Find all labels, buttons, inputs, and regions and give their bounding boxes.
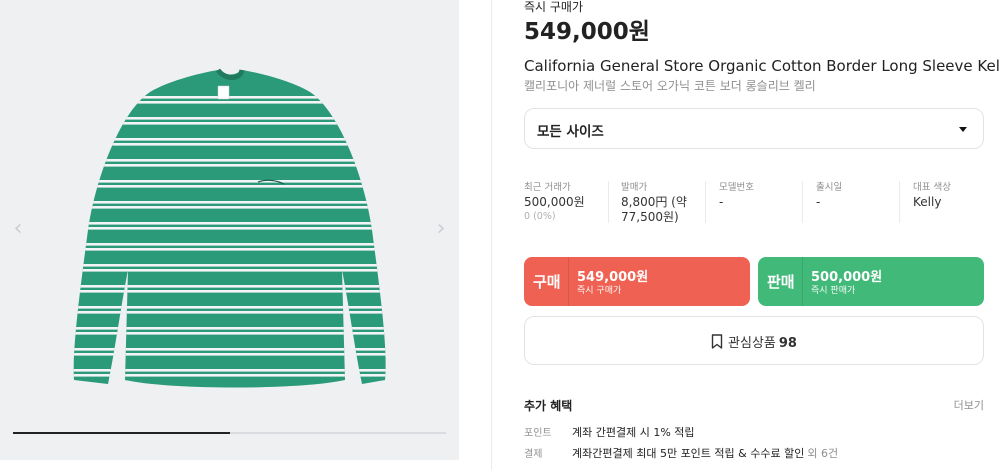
stat-divider <box>802 181 803 223</box>
shirt-stripe <box>73 206 386 209</box>
shirt-stripe <box>73 117 386 120</box>
product-title-ko: 캘리포니아 제너럴 스토어 오가닉 코튼 보더 롱슬리브 켈리 <box>524 79 816 93</box>
bookmark-icon <box>711 334 723 349</box>
stat-divider <box>608 181 609 223</box>
sell-button-label: 판매 <box>767 273 795 291</box>
wishlist-count: 98 <box>778 336 797 351</box>
stat-release-date: 출시일 - <box>816 179 896 225</box>
shirt-stripe <box>73 332 386 335</box>
stat-value: 8,800円 (약 77,500원) <box>621 195 687 224</box>
shirt-stripe <box>73 264 386 267</box>
benefit-text: 계좌간편결제 최대 5만 포인트 적립 & 수수료 할인 외 6건 <box>572 445 838 461</box>
stat-label: 대표 색상 <box>913 182 951 193</box>
benefit-key: 결제 <box>524 449 543 460</box>
shirt-stripe <box>73 164 386 167</box>
stat-value: Kelly <box>913 195 942 209</box>
gallery-progress-bar <box>13 432 446 434</box>
benefit-text: 계좌 간편결제 시 1% 적립 <box>572 426 695 439</box>
shirt-stripe <box>73 101 386 104</box>
benefits-title: 추가 혜택 <box>524 399 573 413</box>
stat-model-number: 모델번호 - <box>719 179 799 225</box>
shirt-stripe <box>73 122 386 125</box>
gallery-progress-fill <box>13 432 230 434</box>
prev-image-button[interactable]: ‹ <box>8 216 28 242</box>
button-divider <box>802 257 803 306</box>
shirt-stripe <box>73 180 386 183</box>
buy-button-subtitle: 즉시 구매가 <box>577 286 622 296</box>
benefit-key: 포인트 <box>524 428 552 439</box>
stat-label: 발매가 <box>621 182 648 193</box>
benefits-more-link[interactable]: 더보기 <box>954 397 984 413</box>
benefit-text-main: 계좌간편결제 최대 5만 포인트 적립 & 수수료 할인 <box>572 447 805 460</box>
shirt-stripe <box>73 306 386 309</box>
next-image-button[interactable]: › <box>431 216 451 242</box>
shirt-stripe <box>73 248 386 251</box>
shirt-stripe <box>73 269 386 272</box>
shirt-stripe <box>73 285 386 288</box>
button-divider <box>568 257 569 306</box>
stat-release-price: 발매가 8,800円 (약 77,500원) <box>621 179 701 225</box>
panel-divider <box>491 0 492 470</box>
stat-value: - <box>719 195 724 209</box>
sell-button[interactable]: 판매 500,000원 즉시 판매가 <box>758 257 984 306</box>
shirt-stripe <box>73 353 386 356</box>
shirt-stripe <box>73 185 386 188</box>
stat-divider <box>899 181 900 223</box>
wishlist-button[interactable]: 관심상품 98 <box>524 316 984 365</box>
caret-down-icon <box>959 127 967 132</box>
product-image <box>73 68 386 388</box>
wishlist-content: 관심상품 98 <box>525 332 983 351</box>
benefit-extra: 외 6건 <box>807 447 839 460</box>
shirt-stripe <box>73 348 386 351</box>
product-image-gallery[interactable]: ‹ › <box>0 0 459 460</box>
sell-button-subtitle: 즉시 판매가 <box>811 286 856 296</box>
stat-recent-price: 최근 거래가 500,000원 0 (0%) <box>524 179 604 225</box>
buy-button-label: 구매 <box>533 273 561 291</box>
stat-label: 최근 거래가 <box>524 182 571 193</box>
shirt-stripe <box>73 138 386 141</box>
product-page: ‹ › 즉시 구매가 549,000원 California General S… <box>0 0 1000 470</box>
shirt-stripe <box>73 143 386 146</box>
stat-main-color: 대표 색상 Kelly <box>913 179 983 225</box>
shirt-stripe <box>73 201 386 204</box>
product-title-en: California General Store Organic Cotton … <box>524 57 1000 75</box>
shirt-stripe <box>73 290 386 293</box>
shirt-stripe <box>73 222 386 225</box>
stat-value: - <box>816 195 821 209</box>
shirt-stripe <box>73 96 386 99</box>
shirt-stripe <box>73 311 386 314</box>
stat-label: 모델번호 <box>719 182 754 193</box>
stat-value: 500,000원 <box>524 195 585 209</box>
stat-divider <box>705 181 706 223</box>
shirt-stripe <box>73 227 386 230</box>
stat-change: 0 (0%) <box>524 211 556 222</box>
shirt-stripe <box>73 159 386 162</box>
size-select-value: 모든 사이즈 <box>537 124 604 140</box>
shirt-stripe <box>73 369 386 372</box>
stat-label: 출시일 <box>816 182 843 193</box>
size-select[interactable]: 모든 사이즈 <box>524 108 984 149</box>
shirt-stripe <box>73 327 386 330</box>
product-stats: 최근 거래가 500,000원 0 (0%) 발매가 8,800円 (약 77,… <box>524 179 984 227</box>
instant-buy-price: 549,000원 <box>524 19 650 45</box>
shirt-stripe <box>73 243 386 246</box>
buy-button[interactable]: 구매 549,000원 즉시 구매가 <box>524 257 750 306</box>
shirt-stripe <box>73 374 386 377</box>
wishlist-label: 관심상품 <box>728 336 776 351</box>
